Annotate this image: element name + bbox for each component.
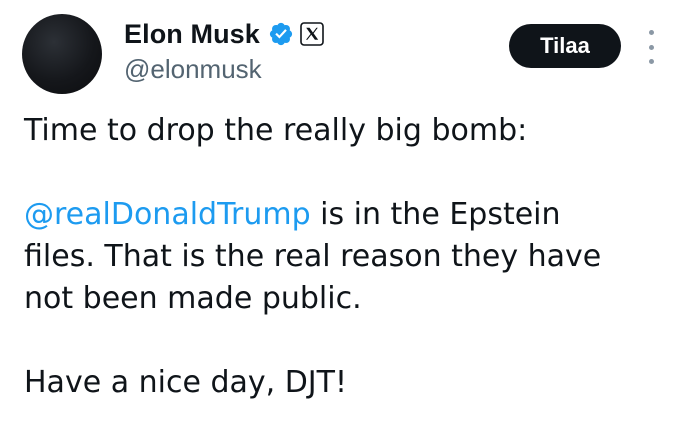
author-handle[interactable]: @elonmusk	[124, 54, 262, 85]
tweet-line: Time to drop the really big bomb:	[24, 113, 528, 148]
verified-badge-icon	[268, 21, 294, 47]
tweet-line: not been made public.	[24, 281, 362, 316]
mention-link[interactable]: @realDonaldTrump	[24, 197, 311, 232]
x-logo-icon	[300, 22, 324, 46]
tweet-text: Time to drop the really big bomb: @realD…	[24, 110, 664, 404]
tweet-paragraph-gap	[24, 320, 664, 362]
more-dot	[648, 44, 654, 50]
tweet-line-text: is in the Epstein	[310, 197, 561, 232]
tweet-line: Have a nice day, DJT!	[24, 365, 347, 400]
tweet-line: @realDonaldTrump is in the Epstein	[24, 194, 664, 236]
more-dot	[648, 30, 654, 35]
tweet-line: files. That is the real reason they have	[24, 239, 602, 274]
avatar[interactable]	[22, 14, 102, 94]
display-name[interactable]: Elon Musk	[124, 19, 260, 50]
subscribe-button[interactable]: Tilaa	[509, 24, 621, 68]
more-vertical-icon[interactable]	[644, 30, 658, 64]
author-name-row: Elon Musk	[124, 16, 324, 52]
more-dot	[648, 59, 654, 64]
tweet-paragraph-gap	[24, 152, 664, 194]
